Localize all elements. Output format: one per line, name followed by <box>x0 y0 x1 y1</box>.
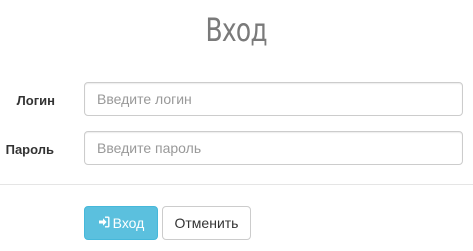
password-row: Пароль <box>0 131 473 165</box>
login-input[interactable] <box>84 82 463 116</box>
password-input[interactable] <box>84 131 463 165</box>
sign-in-icon <box>98 207 110 239</box>
login-label: Логин <box>16 93 55 108</box>
password-label: Пароль <box>5 142 54 157</box>
cancel-button[interactable]: Отменить <box>162 206 251 240</box>
page-title: Вход <box>205 11 268 49</box>
login-row: Логин <box>0 82 473 116</box>
form-divider <box>0 184 473 185</box>
login-button-label: Вход <box>112 215 145 231</box>
login-button[interactable]: Вход <box>84 206 158 240</box>
